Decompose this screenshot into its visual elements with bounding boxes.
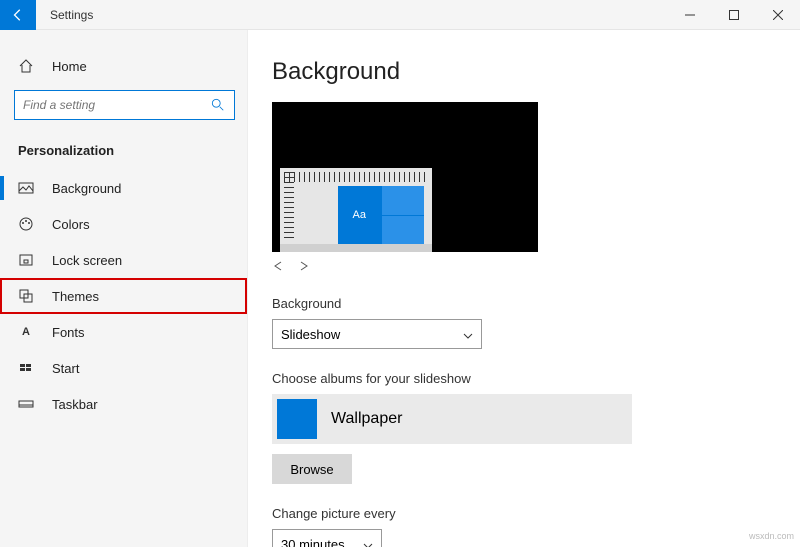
album-item[interactable]: Wallpaper [272,394,632,444]
start-icon [18,360,34,376]
preview-next-icon[interactable] [296,258,310,276]
page-title: Background [272,58,800,86]
sidebar-item-colors[interactable]: Colors [0,206,247,242]
background-label: Background [272,296,800,311]
home-icon [18,58,34,74]
browse-button[interactable]: Browse [272,454,352,484]
sidebar-item-label: Taskbar [52,397,98,412]
watermark: wsxdn.com [749,531,794,541]
chevron-down-icon [463,327,473,342]
dropdown-value: Slideshow [281,327,340,342]
lock-icon [18,252,34,268]
titlebar: Settings [0,0,800,30]
sidebar-category-header: Personalization [0,134,247,166]
desktop-preview: Aa [272,102,538,252]
albums-label: Choose albums for your slideshow [272,371,800,386]
preview-prev-icon[interactable] [272,258,286,276]
sidebar-item-label: Background [52,181,121,196]
sidebar-item-background[interactable]: Background [0,170,247,206]
search-icon [210,97,226,113]
themes-icon [18,288,34,304]
window-title: Settings [50,8,93,22]
sidebar-item-taskbar[interactable]: Taskbar [0,386,247,422]
sidebar-item-lockscreen[interactable]: Lock screen [0,242,247,278]
picture-icon [18,180,34,196]
search-input[interactable] [23,98,210,112]
sidebar-item-label: Themes [52,289,99,304]
chevron-down-icon [363,537,373,547]
preview-sample-text: Aa [338,186,381,244]
back-button[interactable] [0,0,36,30]
window-controls [668,0,800,30]
sidebar-item-label: Start [52,361,79,376]
sidebar-item-label: Fonts [52,325,85,340]
close-button[interactable] [756,0,800,30]
sidebar-home[interactable]: Home [0,48,247,84]
maximize-button[interactable] [712,0,756,30]
sidebar-item-fonts[interactable]: A Fonts [0,314,247,350]
preview-nav [272,258,800,276]
palette-icon [18,216,34,232]
sidebar: Home Personalization Background Colors L… [0,30,248,547]
dropdown-value: 30 minutes [281,537,345,547]
taskbar-icon [18,396,34,412]
main-panel: Background Aa Background Slideshow [248,30,800,547]
sidebar-item-start[interactable]: Start [0,350,247,386]
interval-dropdown[interactable]: 30 minutes [272,529,382,547]
sidebar-home-label: Home [52,59,87,74]
album-name: Wallpaper [331,410,402,428]
sidebar-item-themes[interactable]: Themes [0,278,247,314]
album-thumbnail [277,399,317,439]
fonts-icon: A [18,324,34,340]
category-label: Personalization [18,143,114,158]
minimize-button[interactable] [668,0,712,30]
sidebar-item-label: Lock screen [52,253,122,268]
search-box[interactable] [14,90,235,120]
interval-label: Change picture every [272,506,800,521]
sidebar-item-label: Colors [52,217,90,232]
background-dropdown[interactable]: Slideshow [272,319,482,349]
